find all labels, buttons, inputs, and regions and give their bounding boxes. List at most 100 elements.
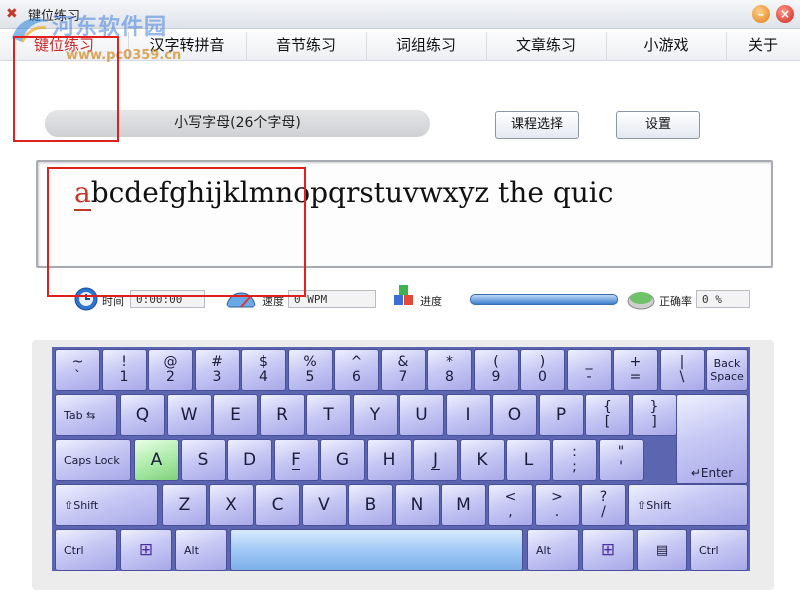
key-right-shift[interactable]: ⇧Shift — [628, 484, 748, 526]
annotation-box-text — [47, 167, 306, 297]
key-left-ctrl[interactable]: Ctrl — [55, 529, 117, 571]
key-top-label: ~ — [71, 354, 84, 370]
key-row1-7[interactable]: & 7 — [380, 349, 426, 391]
key-u[interactable]: U — [399, 394, 444, 436]
key-label: Tab ⇆ — [64, 408, 96, 422]
key-f[interactable]: F — [273, 439, 319, 481]
key-top-label: " — [617, 444, 625, 460]
key-row1-2[interactable]: @2 — [148, 349, 193, 391]
key-top-label: : — [572, 444, 577, 460]
key-row1-13[interactable]: | \ — [659, 349, 705, 391]
key-p[interactable]: P — [538, 394, 584, 436]
key-bottom-label: 3 — [212, 369, 222, 385]
key-n[interactable]: N — [394, 484, 440, 526]
settings-button[interactable]: 设置 — [616, 111, 700, 139]
key-caps-lock[interactable]: Caps Lock — [55, 439, 131, 481]
key-l[interactable]: L — [506, 439, 551, 481]
key-label: S — [197, 450, 209, 470]
key-d[interactable]: D — [227, 439, 272, 481]
key-row1-4[interactable]: $4 — [241, 349, 286, 391]
key-i[interactable]: I — [445, 394, 491, 436]
key-v[interactable]: V — [301, 484, 347, 526]
key-label: E — [230, 405, 241, 425]
key-menu[interactable]: ▤ — [637, 529, 687, 571]
key-row1-6[interactable]: ^ 6 — [334, 349, 379, 391]
key-w[interactable]: W — [166, 394, 212, 436]
tab-about[interactable]: 关于 — [726, 32, 800, 60]
key-t[interactable]: T — [306, 394, 351, 436]
key-top-label: @ — [163, 354, 178, 370]
key-c[interactable]: C — [255, 484, 300, 526]
key-right-ctrl[interactable]: Ctrl — [690, 529, 748, 571]
key-b[interactable]: B — [348, 484, 393, 526]
key-left-shift[interactable]: ⇧Shift — [55, 484, 158, 526]
key-s[interactable]: S — [180, 439, 226, 481]
key-enter[interactable]: ↵Enter — [676, 394, 748, 484]
key-backspace[interactable]: Back Space — [706, 349, 748, 391]
key-m[interactable]: M — [441, 484, 486, 526]
tab-phrase[interactable]: 词组练习 — [366, 32, 487, 60]
key-q[interactable]: Q — [120, 394, 165, 436]
key-h[interactable]: H — [366, 439, 412, 481]
key-label: Z — [178, 495, 191, 515]
key-label: D — [242, 450, 257, 470]
key-tab[interactable]: Tab ⇆ — [55, 394, 117, 436]
key-o[interactable]: O — [492, 394, 537, 436]
close-button[interactable]: × — [776, 5, 794, 23]
key-punct-0[interactable]: :; — [552, 439, 597, 481]
key-top-label: } — [649, 399, 659, 415]
key-right-win[interactable]: ⊞ — [582, 529, 634, 571]
minimize-button[interactable]: – — [752, 5, 770, 23]
annotation-box-tab — [13, 36, 119, 142]
key-label: H — [382, 450, 396, 470]
key-bottom-label: 5 — [305, 369, 315, 385]
key-j[interactable]: J — [413, 439, 458, 481]
key-label: R — [276, 405, 288, 425]
key-top-label: & — [397, 354, 409, 370]
key-top-label: { — [603, 399, 612, 415]
tab-article[interactable]: 文章练习 — [486, 32, 607, 60]
key-row1-9[interactable]: (9 — [473, 349, 519, 391]
tab-syllable[interactable]: 音节练习 — [246, 32, 367, 60]
progress-blocks-icon — [394, 285, 413, 305]
key-e[interactable]: E — [213, 394, 258, 436]
key-bottom-label: - — [586, 369, 592, 385]
key-x[interactable]: X — [208, 484, 254, 526]
key-top-label: * — [446, 354, 453, 370]
key-left-win[interactable]: ⊞ — [120, 529, 172, 571]
key-bottom-label: 2 — [166, 369, 175, 385]
key-row1-5[interactable]: % 5 — [287, 349, 333, 391]
key-sym-0[interactable]: <, — [488, 484, 533, 526]
key-bracket-1[interactable]: }] — [631, 394, 677, 436]
key-label: B — [364, 495, 377, 515]
key-row1-10[interactable]: ) 0 — [520, 349, 565, 391]
key-k[interactable]: K — [459, 439, 505, 481]
key-a[interactable]: A — [134, 439, 179, 481]
key-bracket-0[interactable]: {[ — [585, 394, 630, 436]
key-sym-1[interactable]: >. — [534, 484, 580, 526]
key-row1-12[interactable]: + = — [613, 349, 658, 391]
key-bottom-label: 1 — [119, 369, 129, 385]
key-top-label: ^ — [350, 354, 363, 370]
key-right-alt[interactable]: Alt — [527, 529, 579, 571]
key-row1-3[interactable]: #3 — [194, 349, 240, 391]
key-label: M — [456, 495, 471, 515]
key-row1-8[interactable]: * 8 — [427, 349, 472, 391]
key-left-alt[interactable]: Alt — [175, 529, 227, 571]
key-row1-11[interactable]: _ - — [566, 349, 612, 391]
key-punct-1[interactable]: " ' — [598, 439, 644, 481]
key-z[interactable]: Z — [162, 484, 207, 526]
choose-lesson-button[interactable]: 课程选择 — [495, 111, 579, 139]
key-g[interactable]: G — [320, 439, 365, 481]
key-row1-1[interactable]: ! 1 — [101, 349, 147, 391]
key-y[interactable]: Y — [352, 394, 398, 436]
key-top-label: ( — [493, 354, 499, 370]
key-row1-0[interactable]: ~ ` — [55, 349, 100, 391]
key-top-label: ? — [599, 489, 608, 505]
key-top-label: # — [211, 354, 223, 370]
tab-minigame[interactable]: 小游戏 — [606, 32, 727, 60]
key-r[interactable]: R — [259, 394, 305, 436]
key-label: Y — [369, 405, 381, 425]
key-sym-2[interactable]: ? / — [581, 484, 626, 526]
key-space[interactable] — [230, 529, 523, 571]
